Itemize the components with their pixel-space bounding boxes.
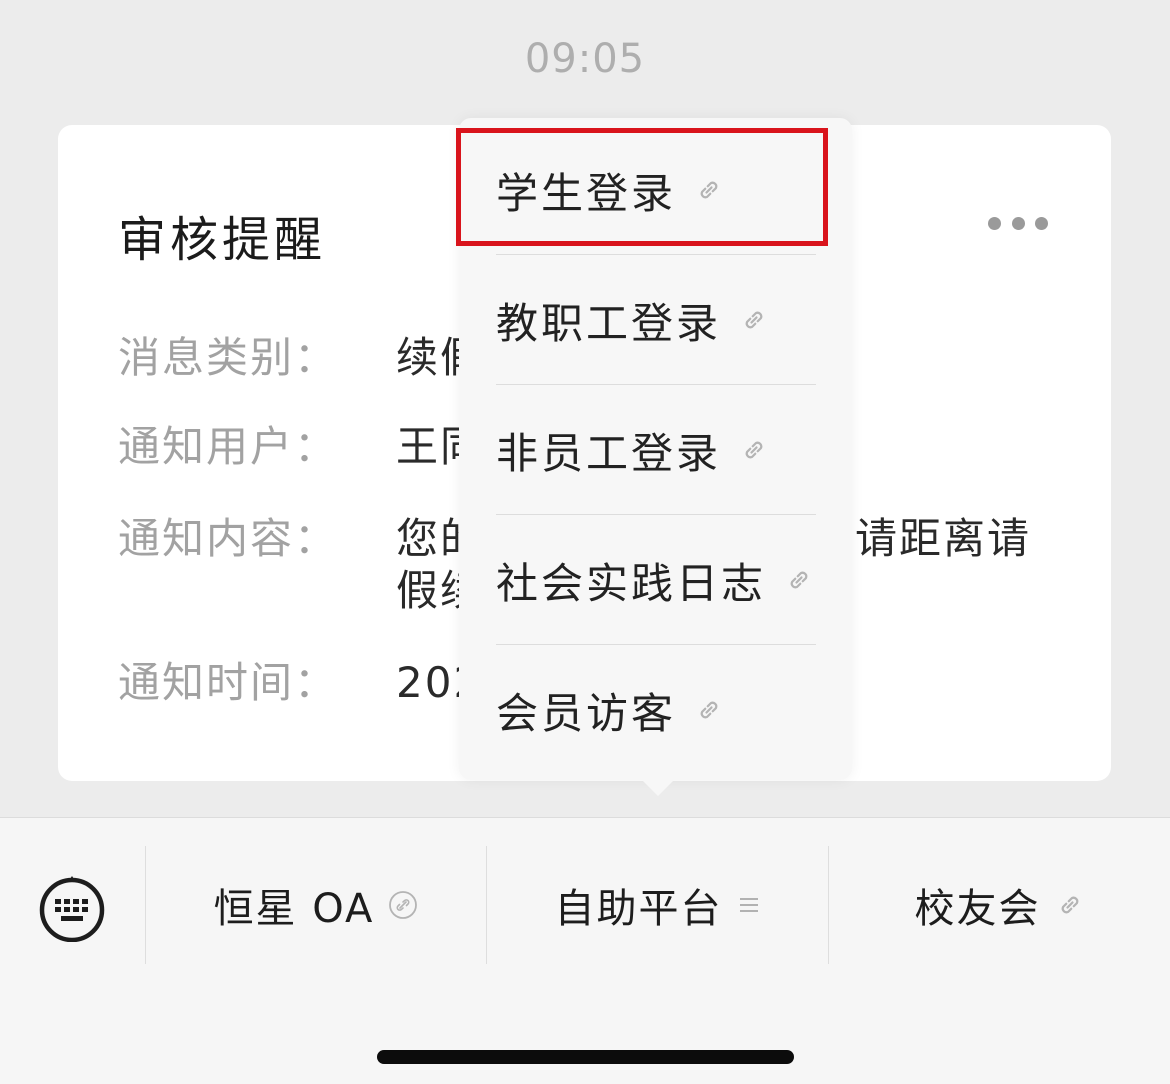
row-label: 消息类别： bbox=[118, 333, 339, 382]
tab-alumni[interactable]: 校友会 bbox=[829, 846, 1170, 964]
content-tail-text: 请距离请 bbox=[855, 514, 1032, 563]
highlight-box bbox=[456, 128, 828, 246]
menu-item-staff-login[interactable]: 教职工登录 bbox=[459, 255, 852, 385]
tab-label: 自助平台 bbox=[554, 886, 723, 932]
tab-self-service[interactable]: 自助平台 bbox=[487, 846, 828, 964]
link-icon bbox=[745, 311, 763, 329]
timestamp: 09:05 bbox=[524, 36, 646, 82]
menu-item-label: 社会实践日志 bbox=[496, 558, 767, 608]
menu-item-label: 教职工登录 bbox=[496, 298, 722, 348]
tab-hengxing-oa[interactable]: 恒星 OA bbox=[146, 846, 486, 964]
link-icon bbox=[790, 571, 808, 589]
card-row-category: 消息类别： 续假 bbox=[118, 332, 484, 384]
menu-item-non-staff-login[interactable]: 非员工登录 bbox=[459, 385, 852, 515]
link-circle-icon bbox=[389, 891, 418, 919]
home-indicator bbox=[377, 1050, 794, 1064]
card-row-user: 通知用户： 王同 bbox=[118, 421, 484, 473]
card-title: 审核提醒 bbox=[118, 212, 327, 268]
menu-lines-icon bbox=[739, 898, 758, 912]
link-icon bbox=[745, 441, 763, 459]
tab-label: 恒星 OA bbox=[213, 886, 375, 932]
popup-arrow bbox=[640, 778, 676, 796]
row-label: 通知内容： bbox=[118, 514, 339, 563]
tab-label: 校友会 bbox=[914, 886, 1041, 932]
link-icon bbox=[700, 701, 718, 719]
menu-item-label: 会员访客 bbox=[496, 688, 677, 738]
card-row-time: 通知时间： 202 bbox=[118, 657, 482, 709]
row-label: 通知用户： bbox=[118, 422, 339, 471]
menu-item-practice-log[interactable]: 社会实践日志 bbox=[459, 515, 852, 645]
menu-item-label: 非员工登录 bbox=[496, 428, 722, 478]
menu-item-member-visitor[interactable]: 会员访客 bbox=[459, 645, 852, 775]
link-icon bbox=[1061, 896, 1078, 914]
more-options-icon[interactable] bbox=[988, 215, 1048, 231]
card-row-content: 通知内容： 您的 bbox=[118, 513, 484, 565]
bottom-menu-bar: 恒星 OA 自助平台 校友会 bbox=[0, 817, 1170, 1084]
row-label: 通知时间： bbox=[118, 658, 339, 707]
keyboard-icon[interactable] bbox=[36, 870, 108, 942]
